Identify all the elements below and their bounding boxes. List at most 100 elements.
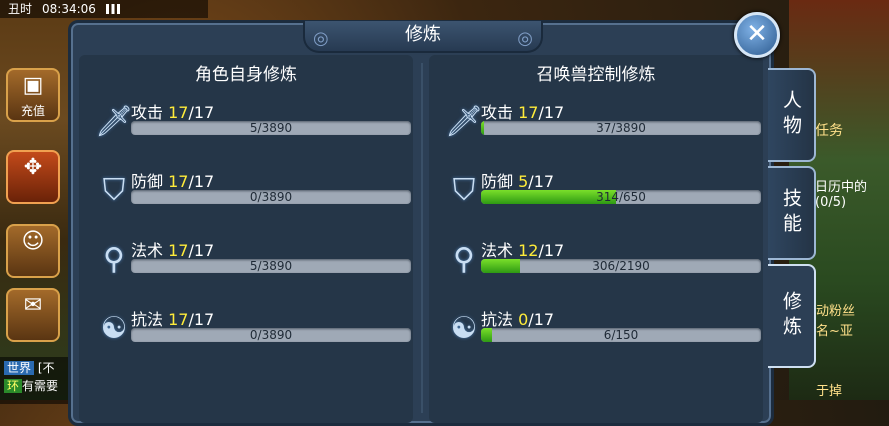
progress-text: 5/3890 — [131, 121, 411, 135]
progress-bar: 5/3890 — [131, 121, 411, 135]
stat-name: 法术 — [131, 241, 163, 260]
tab-skills-label: 技能 — [780, 188, 802, 238]
yin-yang-icon: ☯ — [95, 310, 133, 348]
stat-max: /17 — [188, 241, 214, 260]
progress-bar: 0/3890 — [131, 328, 411, 342]
progress-text: 306/2190 — [481, 259, 761, 273]
close-icon: ✕ — [746, 19, 768, 49]
self-cultivation-header: 角色自身修炼 — [79, 55, 413, 95]
time-period-label: 丑时 — [8, 0, 32, 18]
sword-icon: 🗡 — [445, 103, 483, 141]
clock-label: 08:34:06 — [42, 0, 96, 18]
stat-name: 法术 — [481, 241, 513, 260]
close-button[interactable]: ✕ — [734, 12, 780, 58]
progress-bar: 314/650 — [481, 190, 761, 204]
stat-name: 抗法 — [131, 310, 163, 329]
stat-max: /17 — [538, 103, 564, 122]
yin-yang-icon: ☯ — [445, 310, 483, 348]
cultivation-row[interactable]: ☯抗法 0/176/150 — [429, 306, 763, 366]
panel-title: 修炼 — [405, 24, 441, 45]
cultivation-row[interactable]: ⚲法术 12/17306/2190 — [429, 237, 763, 297]
stat-level: 17 — [168, 172, 188, 191]
progress-text: 37/3890 — [481, 121, 761, 135]
scroll-text-1: 动粉丝 — [816, 300, 876, 319]
world-channel-tag: 世界 — [4, 361, 34, 375]
progress-text: 0/3890 — [131, 328, 411, 342]
ring-channel-tag: 环 — [4, 379, 22, 393]
friends-button[interactable]: ☺ — [6, 224, 60, 278]
pet-cultivation-header: 召唤兽控制修炼 — [429, 55, 763, 95]
cultivation-row[interactable]: 🗡攻击 17/1737/3890 — [429, 99, 763, 159]
tab-character-label: 人物 — [780, 90, 802, 140]
chat-line2: 有需要 — [22, 379, 58, 393]
self-cultivation-column: 角色自身修炼 🗡攻击 17/175/3890⛉防御 17/170/3890⚲法术… — [79, 55, 413, 423]
tab-cultivation[interactable]: 修炼 — [768, 264, 816, 368]
progress-text: 5/3890 — [131, 259, 411, 273]
stat-level: 12 — [518, 241, 538, 260]
cultivation-panel: ◎ 修炼 ◎ 角色自身修炼 🗡攻击 17/175/3890⛉防御 17/170/… — [68, 20, 774, 426]
cultivation-name: 防御 5/17 — [481, 168, 554, 192]
daily-label: 日历中的 — [815, 176, 875, 195]
stat-max: /17 — [188, 103, 214, 122]
cultivation-row[interactable]: ⛉防御 5/17314/650 — [429, 168, 763, 228]
stat-name: 攻击 — [131, 103, 163, 122]
stat-name: 抗法 — [481, 310, 513, 329]
treasure-chest-icon: ▣ — [8, 70, 58, 102]
progress-bar: 37/3890 — [481, 121, 761, 135]
daily-count: (0/5) — [815, 195, 875, 210]
swirl-ornament-left-icon: ◎ — [313, 25, 329, 53]
cultivation-row[interactable]: ⛉防御 17/170/3890 — [79, 168, 413, 228]
progress-bar: 0/3890 — [131, 190, 411, 204]
stat-max: /17 — [528, 172, 554, 191]
scroll-text-2: 名~亚 — [816, 320, 876, 339]
stat-level: 0 — [518, 310, 528, 329]
cultivation-name: 防御 17/17 — [131, 168, 214, 192]
sword-icon: 🗡 — [95, 103, 133, 141]
recharge-button[interactable]: ▣ 充值 — [6, 68, 60, 122]
magic-staff-icon: ⚲ — [95, 241, 133, 279]
cultivation-row[interactable]: ⚲法术 17/175/3890 — [79, 237, 413, 297]
scroll-text-3: 于掉 — [816, 380, 876, 399]
cultivation-name: 攻击 17/17 — [131, 99, 214, 123]
progress-text: 6/150 — [481, 328, 761, 342]
daily-calendar[interactable]: 日历中的 (0/5) — [815, 176, 875, 210]
stat-level: 17 — [168, 310, 188, 329]
progress-bar: 6/150 — [481, 328, 761, 342]
cultivation-name: 攻击 17/17 — [481, 99, 564, 123]
cultivation-row[interactable]: ☯抗法 17/170/3890 — [79, 306, 413, 366]
signal-icon — [106, 4, 120, 14]
shield-icon: ⛉ — [95, 172, 133, 210]
cultivation-name: 抗法 0/17 — [481, 306, 554, 330]
recharge-label: 充值 — [21, 104, 45, 118]
stat-level: 5 — [518, 172, 528, 191]
shield-icon: ⛉ — [445, 172, 483, 210]
magic-staff-icon: ⚲ — [445, 241, 483, 279]
friends-icon: ☺ — [8, 226, 58, 258]
cultivation-name: 抗法 17/17 — [131, 306, 214, 330]
tab-character[interactable]: 人物 — [768, 68, 816, 162]
stat-max: /17 — [188, 310, 214, 329]
panel-title-bar: ◎ 修炼 ◎ — [303, 21, 543, 53]
chat-line1: [不 — [38, 361, 55, 375]
chat-button[interactable]: ✉ — [6, 288, 60, 342]
expand-button[interactable]: ✥ — [6, 150, 60, 204]
swirl-ornament-right-icon: ◎ — [517, 25, 533, 53]
chat-bubble-icon: ✉ — [8, 290, 58, 322]
stat-name: 防御 — [481, 172, 513, 191]
progress-bar: 5/3890 — [131, 259, 411, 273]
task-shortcut[interactable]: 任务 — [815, 120, 875, 140]
stat-level: 17 — [168, 103, 188, 122]
tab-cultivation-label: 修炼 — [780, 291, 802, 341]
cultivation-row[interactable]: 🗡攻击 17/175/3890 — [79, 99, 413, 159]
device-status-bar: 丑时 08:34:06 — [0, 0, 208, 18]
stat-name: 攻击 — [481, 103, 513, 122]
progress-bar: 306/2190 — [481, 259, 761, 273]
stat-max: /17 — [538, 241, 564, 260]
stat-max: /17 — [528, 310, 554, 329]
task-label: 任务 — [815, 123, 843, 139]
expand-arrows-icon: ✥ — [8, 152, 58, 184]
progress-text: 0/3890 — [131, 190, 411, 204]
progress-text: 314/650 — [481, 190, 761, 204]
tab-skills[interactable]: 技能 — [768, 166, 816, 260]
stat-level: 17 — [168, 241, 188, 260]
